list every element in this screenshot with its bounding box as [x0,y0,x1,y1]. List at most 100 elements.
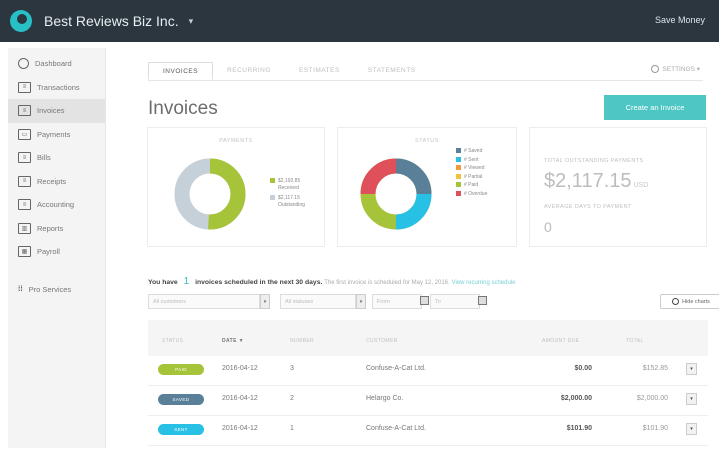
dashboard-icon [18,58,29,70]
row-actions-dropdown[interactable]: ▾ [686,393,697,405]
status-badge: SAVED [158,394,204,405]
sidebar-item-label: Receipts [37,176,67,186]
sidebar-item-pro-services[interactable]: ⁞⁞ Pro Services [8,278,105,302]
sidebar-item-label: Bills [37,153,51,163]
from-date-input[interactable]: From [372,294,422,309]
average-days-label: AVERAGE DAYS TO PAYMENT [544,204,632,210]
sidebar: Dashboard ≡ Transactions ≡ Invoices ▭ Pa… [8,48,106,448]
invoice-number: 1 [290,425,294,432]
sidebar-item-label: Pro Services [28,284,72,294]
column-header-amount-due[interactable]: AMOUNT DUE [542,338,580,344]
sidebar-item-payroll[interactable]: ▦ Payroll [8,240,105,264]
legend-paid: # Paid [456,182,487,189]
settings-label: SETTINGS ▾ [662,66,700,73]
legend-sent: # Sent [456,157,487,164]
pro-services-icon: ⁞⁞ [18,285,23,293]
invoice-number: 3 [290,365,294,372]
transactions-icon: ≡ [18,81,31,93]
table-row[interactable]: PAID 2016-04-12 3 Confuse-A-Cat Ltd. $0.… [148,356,708,386]
sidebar-item-payments[interactable]: ▭ Payments [8,123,105,147]
legend-outstanding: $2,117.15 Outstanding [270,195,305,208]
logo-icon[interactable] [10,10,32,32]
gear-icon [650,65,659,74]
tab-estimates[interactable]: ESTIMATES [285,62,354,80]
accounting-icon: ≡ [18,199,31,211]
status-filter-select[interactable]: All statuses [280,294,356,309]
settings-menu[interactable]: SETTINGS ▾ [650,65,700,74]
status-badge: SENT [158,424,204,435]
tab-statements[interactable]: STATEMENTS [354,62,430,80]
legend-color-swatch [456,173,461,179]
calendar-icon[interactable] [478,296,487,305]
average-days-value: 0 [544,219,552,235]
sidebar-item-dashboard[interactable]: Dashboard [8,52,105,76]
sidebar-item-transactions[interactable]: ≡ Transactions [8,76,105,100]
sidebar-item-label: Accounting [37,200,75,210]
company-name[interactable]: Best Reviews Biz Inc. [44,13,179,29]
hide-charts-button[interactable]: Hide charts [660,294,719,309]
status-badge: PAID [158,364,204,375]
invoice-customer[interactable]: Helargo Co. [366,395,403,402]
legend-received: $2,192.85 Received [270,178,305,191]
invoice-total: $152.85 [642,365,668,372]
toggle-icon [672,298,680,305]
column-header-date[interactable]: DATE ▼ [222,338,244,344]
invoice-customer[interactable]: Confuse-A-Cat Ltd. [366,425,426,432]
column-header-customer[interactable]: CUSTOMER [366,338,398,344]
table-header: STATUS DATE ▼ NUMBER CUSTOMER AMOUNT DUE… [148,320,708,356]
sidebar-item-bills[interactable]: ≡ Bills [8,146,105,170]
chevron-down-icon[interactable]: ▾ [260,294,270,309]
schedule-notice: You have 1 invoices scheduled in the nex… [148,276,516,287]
to-date-input[interactable]: To [430,294,480,309]
table-row[interactable]: SAVED 2016-04-12 2 Helargo Co. $2,000.00… [148,386,708,416]
customer-filter-select[interactable]: All customers [148,294,260,309]
reports-icon: ▥ [18,222,31,234]
legend-color-swatch [456,156,461,162]
column-header-status[interactable]: STATUS [162,338,183,344]
payroll-icon: ▦ [18,246,31,258]
sidebar-item-receipts[interactable]: ≡ Receipts [8,170,105,194]
sidebar-item-label: Reports [37,223,64,233]
sidebar-item-label: Transactions [37,82,80,92]
legend-color-swatch [456,165,461,171]
invoice-total: $101.90 [642,425,668,432]
create-invoice-button[interactable]: Create an Invoice [604,95,706,120]
legend-viewed: # Viewed [456,165,487,172]
sidebar-item-accounting[interactable]: ≡ Accounting [8,193,105,217]
chevron-down-icon[interactable]: ▾ [189,16,194,27]
invoice-amount-due: $101.90 [566,425,592,432]
invoice-amount-due: $0.00 [574,365,592,372]
sidebar-item-label: Payroll [37,247,60,257]
payments-card-title: PAYMENTS [219,138,253,144]
invoice-customer[interactable]: Confuse-A-Cat Ltd. [366,365,426,372]
calendar-icon[interactable] [420,296,429,305]
save-money-link[interactable]: Save Money [655,15,705,25]
sidebar-item-reports[interactable]: ▥ Reports [8,217,105,241]
legend-overdue: # Overdue [456,191,487,198]
payments-icon: ▭ [18,128,31,140]
chevron-down-icon[interactable]: ▾ [356,294,366,309]
legend-saved: # Saved [456,148,487,155]
payments-card: PAYMENTS $2,192.85 Received $2,117.15 Ou… [147,127,325,247]
legend-color-swatch [270,178,275,184]
invoice-total: $2,000.00 [636,395,668,402]
status-card: STATUS # Saved # Sent # Viewed # Partial… [337,127,517,247]
table-row[interactable]: SENT 2016-04-12 1 Confuse-A-Cat Ltd. $10… [148,416,708,446]
sidebar-item-label: Invoices [37,106,65,116]
invoice-date: 2016-04-12 [222,365,258,372]
column-header-number[interactable]: NUMBER [290,338,314,344]
filter-bar: All customers ▾ All statuses ▾ From To H… [148,294,719,310]
row-actions-dropdown[interactable]: ▾ [686,363,697,375]
row-actions-dropdown[interactable]: ▾ [686,423,697,435]
tab-recurring[interactable]: RECURRING [213,62,285,80]
top-bar: Best Reviews Biz Inc. ▾ Save Money [0,0,719,42]
sidebar-item-label: Dashboard [35,59,72,69]
invoice-number: 2 [290,395,294,402]
column-header-total[interactable]: TOTAL [626,338,644,344]
legend-color-swatch [456,148,461,154]
view-recurring-schedule-link[interactable]: View recurring schedule [452,280,516,286]
tab-bar: INVOICES RECURRING ESTIMATES STATEMENTS [148,62,703,81]
bills-icon: ≡ [18,152,31,164]
tab-invoices[interactable]: INVOICES [148,62,214,80]
sidebar-item-invoices[interactable]: ≡ Invoices [8,99,105,123]
